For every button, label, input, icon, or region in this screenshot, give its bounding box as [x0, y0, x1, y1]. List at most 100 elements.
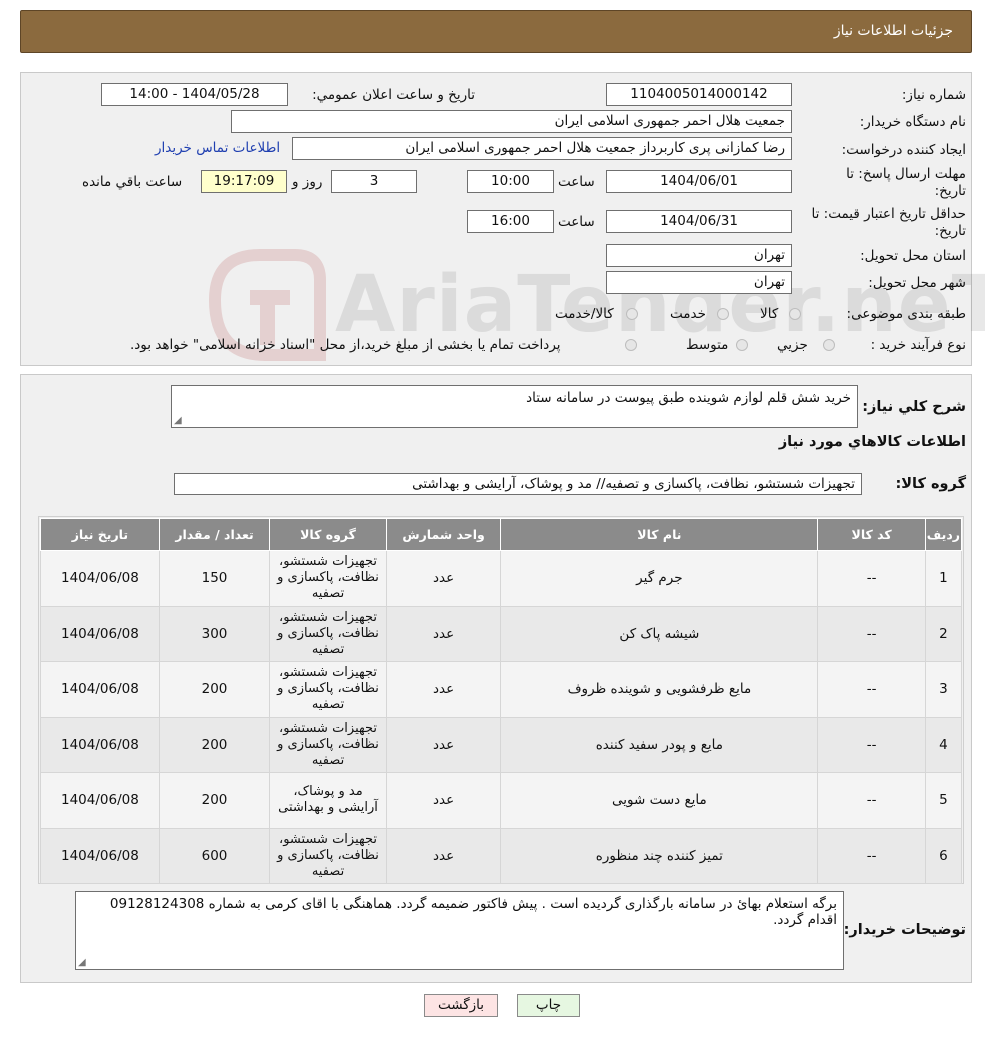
page-title: جزئیات اطلاعات نیاز: [833, 23, 953, 39]
need-number-label: شماره نیاز:: [901, 87, 966, 103]
print-button[interactable]: چاپ: [517, 994, 580, 1017]
goods-group-field: تجهیزات شستشو، نظافت، پاکسازی و تصفیه// …: [174, 473, 862, 495]
cell-name: جرم گیر: [500, 550, 819, 607]
province-field: تهران: [606, 244, 792, 267]
remaining-days-field: 3: [331, 170, 417, 193]
process-minor-radio[interactable]: [823, 339, 835, 351]
reply-date-field: 1404/06/01: [606, 170, 792, 193]
items-table-wrapper: ردیف کد کالا نام کالا واحد شمارش گروه کا…: [38, 516, 964, 884]
cell-code: --: [817, 772, 926, 829]
col-header-need-date: تاریخ نیاز: [40, 518, 160, 551]
need-number-field: 1104005014000142: [606, 83, 792, 106]
cell-code: --: [817, 550, 926, 607]
cell-need-date: 1404/06/08: [40, 772, 160, 829]
category-goods-service-radio[interactable]: [626, 308, 638, 320]
cell-code: --: [817, 605, 926, 662]
cell-code: --: [817, 716, 926, 773]
table-row: 1 -- جرم گیر عدد تجهیزات شستشو، نظافت، پ…: [40, 550, 963, 607]
process-note: پرداخت تمام یا بخشی از مبلغ خرید،از محل …: [130, 337, 561, 353]
table-row: 4 -- مایع و پودر سفید کننده عدد تجهیزات …: [40, 716, 963, 773]
cell-quantity: 300: [158, 605, 271, 662]
cell-quantity: 200: [158, 661, 271, 718]
city-field: تهران: [606, 271, 792, 294]
resize-grip-icon[interactable]: ◢: [174, 416, 182, 426]
cell-group: تجهیزات شستشو، نظافت، پاکسازی و تصفیه: [269, 550, 387, 607]
description-label: شرح کلي نیاز:: [862, 399, 966, 415]
cell-name: شیشه پاک کن: [500, 605, 819, 662]
table-header-row: ردیف کد کالا نام کالا واحد شمارش گروه کا…: [40, 518, 963, 551]
table-row: 3 -- مایع ظرفشویی و شوینده ظروف عدد تجهی…: [40, 661, 963, 718]
cell-row-number: 2: [924, 605, 963, 662]
buyer-notes-label: توضیحات خریدار:: [843, 922, 966, 938]
category-goods-radio[interactable]: [789, 308, 801, 320]
buyer-notes-text: برگه استعلام بهائ در سامانه بارگذاری گرد…: [109, 896, 837, 928]
price-validity-date-field: 1404/06/31: [606, 210, 792, 233]
cell-name: مایع دست شویی: [500, 772, 819, 829]
table-row: 5 -- مایع دست شویی عدد مد و پوشاک، آرایش…: [40, 772, 963, 829]
cell-quantity: 150: [158, 550, 271, 607]
cell-row-number: 6: [924, 827, 963, 884]
category-goods-service-label: کالا/خدمت: [555, 306, 614, 322]
reply-time-label: ساعت: [558, 174, 595, 190]
price-validity-time-label: ساعت: [558, 214, 595, 230]
resize-grip-icon[interactable]: ◢: [78, 958, 86, 968]
cell-row-number: 5: [924, 772, 963, 829]
cell-row-number: 3: [924, 661, 963, 718]
items-table: ردیف کد کالا نام کالا واحد شمارش گروه کا…: [40, 518, 963, 884]
requester-label: ایجاد کننده درخواست:: [841, 142, 966, 158]
province-label: استان محل تحویل:: [860, 248, 966, 264]
col-header-quantity: تعداد / مقدار: [158, 518, 271, 551]
days-label: روز و: [292, 174, 323, 190]
description-textarea[interactable]: خرید شش قلم لوازم شوینده طبق پیوست در سا…: [171, 385, 858, 428]
category-service-label: خدمت: [670, 306, 706, 322]
cell-quantity: 200: [158, 716, 271, 773]
process-note-radio[interactable]: [625, 339, 637, 351]
category-goods-label: کالا: [760, 306, 779, 322]
process-label: نوع فرآیند خرید :: [870, 337, 966, 353]
price-validity-label: حداقل تاریخ اعتبار قیمت: تا: [811, 206, 966, 222]
reply-time-field: 10:00: [467, 170, 554, 193]
buyer-contact-link[interactable]: اطلاعات تماس خریدار: [155, 140, 280, 156]
remaining-time-field: 19:17:09: [201, 170, 287, 193]
table-row: 2 -- شیشه پاک کن عدد تجهیزات شستشو، نظاف…: [40, 605, 963, 662]
buyer-org-field: جمعیت هلال احمر جمهوری اسلامی ایران: [231, 110, 792, 133]
cell-code: --: [817, 661, 926, 718]
category-service-radio[interactable]: [717, 308, 729, 320]
cell-name: تمیز کننده چند منظوره: [500, 827, 819, 884]
cell-unit: عدد: [385, 827, 502, 884]
page-header: جزئیات اطلاعات نیاز: [20, 10, 972, 53]
cell-group: تجهیزات شستشو، نظافت، پاکسازی و تصفیه: [269, 827, 387, 884]
buyer-notes-textarea[interactable]: برگه استعلام بهائ در سامانه بارگذاری گرد…: [75, 891, 844, 970]
cell-unit: عدد: [385, 772, 502, 829]
remaining-time-label: ساعت باقي مانده: [82, 174, 183, 190]
price-validity-time-field: 16:00: [467, 210, 554, 233]
cell-unit: عدد: [385, 605, 502, 662]
process-medium-radio[interactable]: [736, 339, 748, 351]
cell-need-date: 1404/06/08: [40, 605, 160, 662]
cell-group: تجهیزات شستشو، نظافت، پاکسازی و تصفیه: [269, 716, 387, 773]
cell-need-date: 1404/06/08: [40, 661, 160, 718]
col-header-name: نام کالا: [500, 518, 819, 551]
cell-name: مایع ظرفشویی و شوینده ظروف: [500, 661, 819, 718]
cell-row-number: 1: [924, 550, 963, 607]
cell-need-date: 1404/06/08: [40, 827, 160, 884]
col-header-row-number: ردیف: [924, 518, 963, 551]
cell-quantity: 200: [158, 772, 271, 829]
cell-need-date: 1404/06/08: [40, 550, 160, 607]
reply-deadline-label: مهلت ارسال پاسخ: تا: [846, 166, 966, 182]
reply-deadline-label-2: تاریخ:: [934, 183, 966, 199]
table-row: 6 -- تمیز کننده چند منظوره عدد تجهیزات ش…: [40, 827, 963, 884]
cell-name: مایع و پودر سفید کننده: [500, 716, 819, 773]
description-text: خرید شش قلم لوازم شوینده طبق پیوست در سا…: [526, 390, 851, 406]
price-validity-label-2: تاریخ:: [934, 223, 966, 239]
buyer-org-label: نام دستگاه خریدار:: [859, 114, 966, 130]
category-label: طبقه بندی موضوعی:: [846, 306, 966, 322]
col-header-code: کد کالا: [817, 518, 926, 551]
requester-field: رضا کمازانی پری کاربرداز جمعیت هلال احمر…: [292, 137, 792, 160]
process-minor-label: جزیي: [777, 337, 808, 353]
cell-group: مد و پوشاک، آرایشی و بهداشتی: [269, 772, 387, 829]
goods-group-label: گروه کالا:: [895, 476, 966, 492]
back-button[interactable]: بازگشت: [424, 994, 498, 1017]
cell-group: تجهیزات شستشو، نظافت، پاکسازی و تصفیه: [269, 605, 387, 662]
cell-group: تجهیزات شستشو، نظافت، پاکسازی و تصفیه: [269, 661, 387, 718]
